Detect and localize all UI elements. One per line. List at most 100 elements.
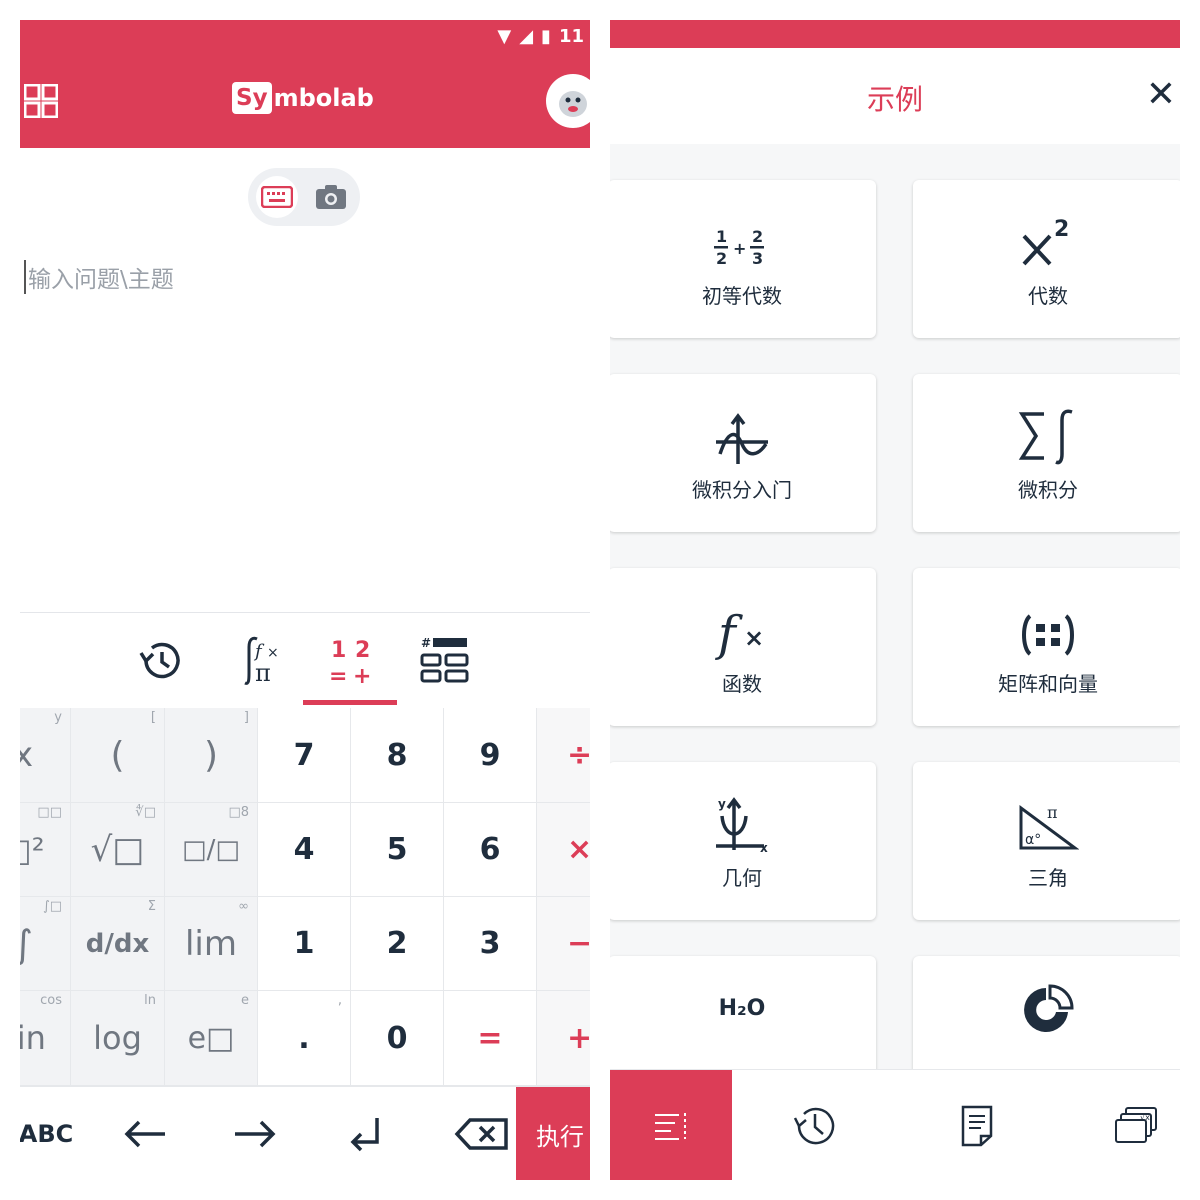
card-label: 几何 — [722, 865, 762, 890]
card-geometry[interactable]: y x 几何 — [610, 762, 876, 920]
key-label: □² — [20, 830, 45, 869]
key-exp[interactable]: e e□ — [165, 991, 258, 1086]
key-1[interactable]: 1 — [258, 897, 351, 991]
status-strip — [610, 20, 1180, 48]
key-minus[interactable]: − — [537, 897, 590, 991]
key-alt: , — [337, 993, 342, 1008]
graph-curve-icon — [716, 412, 768, 464]
logo-mark: Sy — [232, 82, 272, 114]
tab-matrix[interactable]: # — [410, 613, 480, 709]
svg-text:√x: √x — [1140, 1113, 1150, 1122]
svg-text:×: × — [744, 624, 764, 652]
key-plus[interactable]: + — [537, 991, 590, 1086]
key-log[interactable]: ln log — [71, 991, 165, 1086]
input-placeholder: 输入问题\主题 — [24, 260, 174, 294]
key-open-paren[interactable]: [ ( — [71, 708, 165, 803]
key-sin[interactable]: cos sin — [20, 991, 71, 1086]
nav-notebook[interactable] — [932, 1070, 1022, 1180]
card-functions[interactable]: f × 函数 — [610, 568, 876, 726]
card-algebra[interactable]: 2 代数 — [913, 180, 1180, 338]
card-label: 微积分入门 — [692, 477, 792, 502]
key-7[interactable]: 7 — [258, 708, 351, 803]
svg-text:y: y — [718, 797, 726, 811]
svg-text:+: + — [353, 664, 371, 689]
keypad-tabs: f × π 1 2 = + # — [20, 612, 590, 709]
key-square[interactable]: □□ □² — [20, 803, 71, 897]
key-9[interactable]: 9 — [444, 708, 537, 803]
card-precalculus[interactable]: 微积分入门 — [610, 374, 876, 532]
backspace-button[interactable] — [444, 1087, 520, 1180]
numbers-icon: 1 2 = + — [329, 638, 371, 689]
svg-text:π: π — [1047, 803, 1058, 822]
execute-button[interactable]: 执行 — [516, 1087, 590, 1180]
svg-text:1: 1 — [331, 638, 346, 663]
tab-functions[interactable]: f × π — [224, 613, 294, 709]
signal-icon: ◢ — [519, 26, 534, 47]
grid-menu-icon[interactable] — [24, 84, 58, 118]
camera-mode-button[interactable] — [310, 176, 352, 218]
fx-icon: f × — [715, 606, 764, 660]
key-2[interactable]: 2 — [351, 897, 444, 991]
svg-text:#: # — [421, 636, 431, 650]
matrix-icon — [1022, 613, 1074, 656]
key-equals[interactable]: = — [444, 991, 537, 1086]
cursor-left-button[interactable] — [110, 1087, 180, 1180]
key-sqrt[interactable]: ∜□ √□ — [71, 803, 165, 897]
key-label: √□ — [90, 829, 145, 870]
key-alt: ∫□ — [42, 899, 62, 914]
nav-examples[interactable] — [610, 1070, 732, 1180]
camera-icon — [316, 185, 346, 209]
abc-toggle-button[interactable]: ABC — [20, 1087, 86, 1180]
key-close-paren[interactable]: ] ) — [165, 708, 258, 803]
key-multiply[interactable]: × — [537, 803, 590, 897]
key-8[interactable]: 8 — [351, 708, 444, 803]
key-label: ( — [110, 734, 125, 776]
nav-cheat-sheets[interactable]: √x — [1096, 1070, 1176, 1180]
key-5[interactable]: 5 — [351, 803, 444, 897]
key-integral[interactable]: ∫□ ∫ — [20, 897, 71, 991]
key-derivative[interactable]: Σ d/dx — [71, 897, 165, 991]
svg-text:2: 2 — [1054, 217, 1069, 242]
h2o-icon: H₂O — [718, 996, 766, 1021]
key-4[interactable]: 4 — [258, 803, 351, 897]
key-limit[interactable]: ∞ lim — [165, 897, 258, 991]
key-x-alt: y — [54, 710, 62, 725]
nav-history[interactable] — [770, 1070, 860, 1180]
svg-text:π: π — [255, 659, 271, 687]
notebook-icon — [961, 1105, 993, 1146]
card-label: 初等代数 — [702, 283, 782, 308]
key-x[interactable]: y x — [20, 708, 71, 803]
svg-text:α°: α° — [1025, 832, 1041, 848]
key-fraction[interactable]: □8 □/□ — [165, 803, 258, 897]
key-6[interactable]: 6 — [444, 803, 537, 897]
matrix-grid-icon: # — [420, 636, 469, 683]
tab-numbers[interactable]: 1 2 = + — [316, 613, 386, 709]
key-alt: cos — [40, 993, 62, 1008]
axes-icon: y x — [716, 797, 768, 854]
key-divide[interactable]: ÷ — [537, 708, 590, 803]
close-button[interactable]: ✕ — [1146, 74, 1176, 115]
card-trigonometry[interactable]: π α° 三角 — [913, 762, 1180, 920]
keyboard-mode-button[interactable] — [256, 176, 298, 218]
card-label: 三角 — [1028, 865, 1068, 890]
card-chemistry[interactable]: H₂O — [610, 956, 876, 1069]
key-label: log — [93, 1019, 142, 1057]
key-3[interactable]: 3 — [444, 897, 537, 991]
history-icon — [139, 642, 180, 679]
key-label: sin — [20, 1019, 46, 1057]
pie-chart-icon — [1024, 984, 1074, 1032]
problem-input[interactable]: 输入问题\主题 — [20, 246, 590, 626]
card-statistics[interactable] — [913, 956, 1180, 1069]
key-0[interactable]: 0 — [351, 991, 444, 1086]
card-elementary-algebra[interactable]: 1 2 + 2 3 初等代数 — [610, 180, 876, 338]
key-decimal[interactable]: , . — [258, 991, 351, 1086]
enter-button[interactable] — [332, 1087, 402, 1180]
tab-history[interactable] — [130, 613, 194, 709]
avatar[interactable] — [546, 74, 590, 128]
cursor-right-button[interactable] — [220, 1087, 290, 1180]
card-calculus[interactable]: 微积分 — [913, 374, 1180, 532]
card-matrices-vectors[interactable]: 矩阵和向量 — [913, 568, 1180, 726]
status-bar: ▼ ◢ ▮ 11 — [20, 20, 590, 54]
key-alt: e — [241, 993, 249, 1008]
history-icon — [793, 1107, 835, 1144]
